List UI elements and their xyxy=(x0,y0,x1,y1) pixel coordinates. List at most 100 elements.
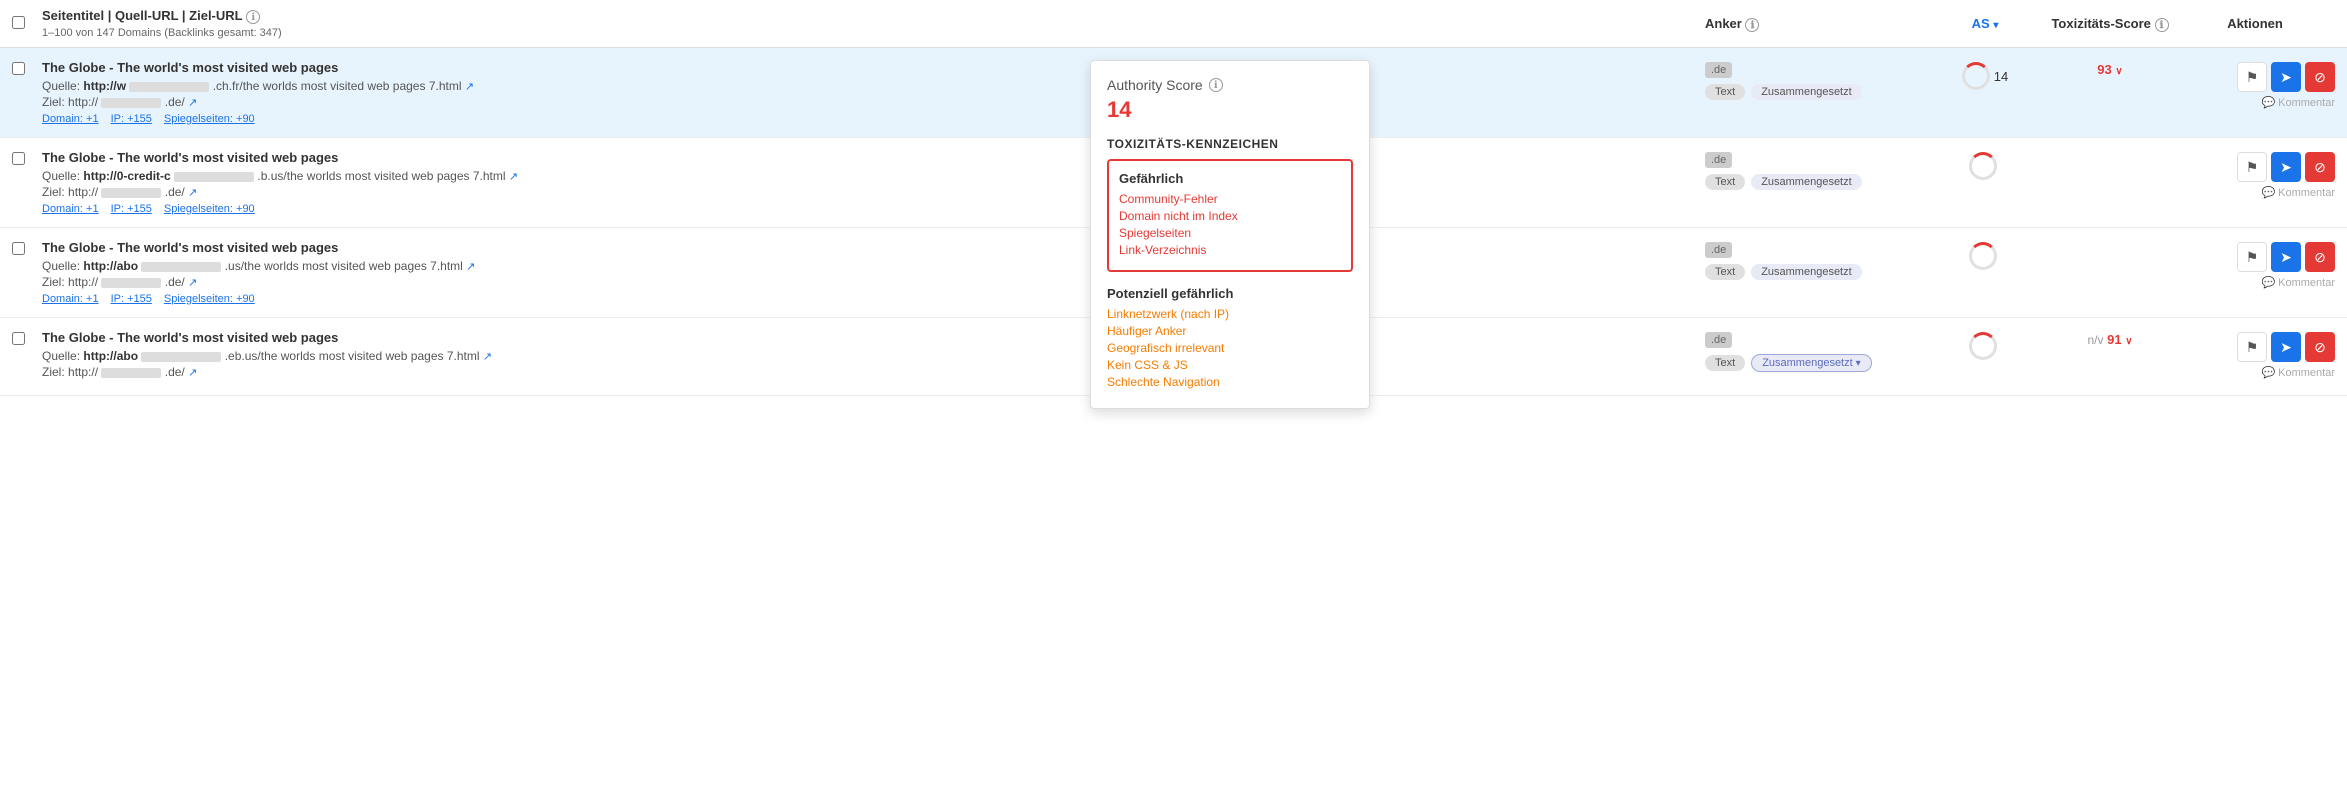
badge-zusammengesetzt-2[interactable]: Zusammengesetzt xyxy=(1751,174,1861,190)
action-buttons-2: ⚑ ➤ ⊘ xyxy=(2237,152,2335,182)
row-source-3: Quelle: http://abo .us/the worlds most v… xyxy=(42,259,1705,273)
send-button-2[interactable]: ➤ xyxy=(2271,152,2301,182)
tooltip-warning-item-0[interactable]: Linknetzwerk (nach IP) xyxy=(1107,307,1353,321)
badge-text-2[interactable]: Text xyxy=(1705,174,1745,190)
row-target-2: Ziel: http:// .de/ ↗ xyxy=(42,185,1705,199)
flag-button-2[interactable]: ⚑ xyxy=(2237,152,2267,182)
row-anker-4: .de Text Zusammengesetzt ▾ xyxy=(1705,330,1925,372)
row-checkbox-3[interactable] xyxy=(12,240,42,258)
row-aktionen-1: ⚑ ➤ ⊘ 💬 Kommentar xyxy=(2175,60,2335,109)
row-as-2 xyxy=(1925,150,2045,180)
row-checkbox-4[interactable] xyxy=(12,330,42,348)
badge-text-3[interactable]: Text xyxy=(1705,264,1745,280)
badge-text-4[interactable]: Text xyxy=(1705,355,1745,371)
row-toxizitat-4: n/v 91 ∨ xyxy=(2045,330,2175,347)
flag-button-4[interactable]: ⚑ xyxy=(2237,332,2267,362)
tooltip-danger-item-3[interactable]: Link-Verzeichnis xyxy=(1119,243,1341,257)
row-anker-2: .de Text Zusammengesetzt xyxy=(1705,150,1925,190)
tooltip-warning-item-2[interactable]: Geografisch irrelevant xyxy=(1107,341,1353,355)
domain-link-1[interactable]: Domain: +1 xyxy=(42,113,99,125)
send-button-3[interactable]: ➤ xyxy=(2271,242,2301,272)
source-ext-link-1[interactable]: ↗ xyxy=(465,81,474,93)
toxizitat-nv-4: n/v xyxy=(2087,333,2103,347)
source-ext-link-2[interactable]: ↗ xyxy=(509,171,518,183)
row-checkbox-1[interactable] xyxy=(12,60,42,78)
domain-link-2[interactable]: Domain: +1 xyxy=(42,203,99,215)
header-aktionen: Aktionen xyxy=(2175,16,2335,31)
anker-info-icon[interactable]: ℹ xyxy=(1745,18,1759,32)
toxizitat-value-4[interactable]: 91 ∨ xyxy=(2107,332,2132,347)
target-ext-link-2[interactable]: ↗ xyxy=(188,187,197,199)
header-as[interactable]: AS ▾ xyxy=(1925,16,2045,31)
target-ext-link-1[interactable]: ↗ xyxy=(188,97,197,109)
spiegel-link-1[interactable]: Spiegelseiten: +90 xyxy=(164,113,255,125)
tooltip-info-icon[interactable]: ℹ xyxy=(1209,78,1223,92)
spiegel-link-2[interactable]: Spiegelseiten: +90 xyxy=(164,203,255,215)
target-ext-link-4[interactable]: ↗ xyxy=(188,367,197,379)
header-anker: Anker ℹ xyxy=(1705,16,1925,32)
kommentar-link-3[interactable]: 💬 Kommentar xyxy=(2261,276,2335,289)
badge-zusammengesetzt-1[interactable]: Zusammengesetzt xyxy=(1751,84,1861,100)
badge-container-2: Text Zusammengesetzt xyxy=(1705,174,1925,190)
badge-zusammengesetzt-3[interactable]: Zusammengesetzt xyxy=(1751,264,1861,280)
row-title-3: The Globe - The world's most visited web… xyxy=(42,240,1705,255)
row-as-4 xyxy=(1925,330,2045,360)
row-target-1: Ziel: http:// .de/ ↗ xyxy=(42,95,1705,109)
flag-button-3[interactable]: ⚑ xyxy=(2237,242,2267,272)
row-as-3 xyxy=(1925,240,2045,270)
row-links-3: Domain: +1 IP: +155 Spiegelseiten: +90 xyxy=(42,293,1705,305)
block-button-2[interactable]: ⊘ xyxy=(2305,152,2335,182)
header-info-icon[interactable]: ℹ xyxy=(246,10,260,24)
tooltip-popup: Authority Score ℹ 14 TOXIZITÄTS-KENNZEIC… xyxy=(1090,60,1370,409)
row-checkbox-2[interactable] xyxy=(12,150,42,168)
kommentar-link-2[interactable]: 💬 Kommentar xyxy=(2261,186,2335,199)
as-value-1: 14 xyxy=(1994,69,2008,84)
send-button-1[interactable]: ➤ xyxy=(2271,62,2301,92)
tooltip-warning-label: Potenziell gefährlich xyxy=(1107,286,1353,301)
ip-link-1[interactable]: IP: +155 xyxy=(111,113,152,125)
tooltip-warning-item-1[interactable]: Häufiger Anker xyxy=(1107,324,1353,338)
spiegel-link-3[interactable]: Spiegelseiten: +90 xyxy=(164,293,255,305)
row-content-2: The Globe - The world's most visited web… xyxy=(42,150,1705,215)
header-checkbox[interactable] xyxy=(12,16,42,32)
domain-link-3[interactable]: Domain: +1 xyxy=(42,293,99,305)
badge-zusammengesetzt-4[interactable]: Zusammengesetzt ▾ xyxy=(1751,354,1872,372)
kommentar-link-4[interactable]: 💬 Kommentar xyxy=(2261,366,2335,379)
action-buttons-3: ⚑ ➤ ⊘ xyxy=(2237,242,2335,272)
send-button-4[interactable]: ➤ xyxy=(2271,332,2301,362)
block-button-4[interactable]: ⊘ xyxy=(2305,332,2335,362)
row-title-4: The Globe - The world's most visited web… xyxy=(42,330,1705,345)
row-target-4: Ziel: http:// .de/ ↗ xyxy=(42,365,1705,379)
badge-text-1[interactable]: Text xyxy=(1705,84,1745,100)
target-ext-link-3[interactable]: ↗ xyxy=(188,277,197,289)
tooltip-danger-item-2[interactable]: Spiegelseiten xyxy=(1119,226,1341,240)
block-button-1[interactable]: ⊘ xyxy=(2305,62,2335,92)
tooltip-warning-item-4[interactable]: Schlechte Navigation xyxy=(1107,375,1353,389)
row-title-2: The Globe - The world's most visited web… xyxy=(42,150,1705,165)
select-all-checkbox[interactable] xyxy=(12,16,25,29)
tooltip-danger-item-0[interactable]: Community-Fehler xyxy=(1119,192,1341,206)
header-title-col: Seitentitel | Quell-URL | Ziel-URL ℹ 1–1… xyxy=(42,8,1705,39)
row-toxizitat-2 xyxy=(2045,150,2175,152)
row-source-1: Quelle: http://w .ch.fr/the worlds most … xyxy=(42,79,1705,93)
kommentar-link-1[interactable]: 💬 Kommentar xyxy=(2261,96,2335,109)
row-content-3: The Globe - The world's most visited web… xyxy=(42,240,1705,305)
badge-container-1: Text Zusammengesetzt xyxy=(1705,84,1925,100)
flag-button-1[interactable]: ⚑ xyxy=(2237,62,2267,92)
header-subtitle: 1–100 von 147 Domains (Backlinks gesamt:… xyxy=(42,27,282,39)
source-ext-link-3[interactable]: ↗ xyxy=(466,261,475,273)
ip-link-3[interactable]: IP: +155 xyxy=(111,293,152,305)
block-button-3[interactable]: ⊘ xyxy=(2305,242,2335,272)
anker-domain-2: .de xyxy=(1705,152,1732,168)
toxizitat-info-icon[interactable]: ℹ xyxy=(2155,18,2169,32)
ip-link-2[interactable]: IP: +155 xyxy=(111,203,152,215)
toxizitat-value-1[interactable]: 93 ∨ xyxy=(2097,62,2122,77)
row-content-4: The Globe - The world's most visited web… xyxy=(42,330,1705,383)
row-target-3: Ziel: http:// .de/ ↗ xyxy=(42,275,1705,289)
row-links-1: Domain: +1 IP: +155 Spiegelseiten: +90 xyxy=(42,113,1705,125)
table-header: Seitentitel | Quell-URL | Ziel-URL ℹ 1–1… xyxy=(0,0,2347,48)
header-title-label: Seitentitel | Quell-URL | Ziel-URL xyxy=(42,8,243,23)
tooltip-danger-item-1[interactable]: Domain nicht im Index xyxy=(1119,209,1341,223)
tooltip-warning-item-3[interactable]: Kein CSS & JS xyxy=(1107,358,1353,372)
source-ext-link-4[interactable]: ↗ xyxy=(483,351,492,363)
